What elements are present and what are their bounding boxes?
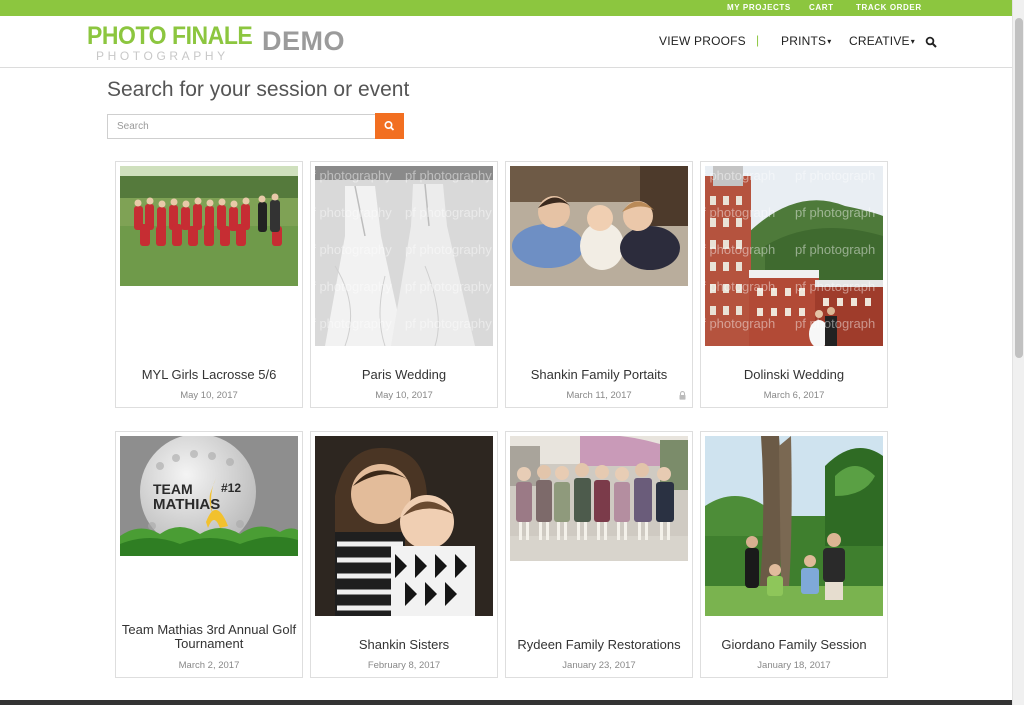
sisters-photo — [315, 436, 493, 616]
lacrosse-team-photo — [120, 166, 298, 286]
site-logo[interactable]: PHOTO FINALE PHOTOGRAPHY — [87, 22, 253, 63]
gallery-title[interactable]: Shankin Sisters — [311, 638, 497, 652]
gallery-thumbnail-vintage-kids[interactable] — [510, 436, 688, 561]
watermark-text: pf photograph — [795, 205, 875, 220]
watermark-text: pf photograph — [705, 168, 775, 183]
nav-prints[interactable]: PRINTS▾ — [781, 34, 831, 48]
watermark-text: pf photography — [315, 242, 392, 257]
watermark-text: pf photograph — [705, 205, 775, 220]
gallery-thumbnail-lacrosse-team[interactable] — [120, 166, 298, 286]
gallery-title[interactable]: Paris Wedding — [311, 368, 497, 382]
watermark-text: pf photograph — [795, 279, 875, 294]
caret-down-icon: ▾ — [827, 37, 832, 46]
gallery-date: May 10, 2017 — [375, 390, 433, 401]
golf-graphic-text-number: #12 — [221, 481, 242, 495]
nav-creative[interactable]: CREATIVE▾ — [849, 34, 915, 48]
top-utility-bar: MY PROJECTS CART TRACK ORDER — [0, 0, 1012, 16]
watermark-text: pf photography — [405, 316, 492, 331]
gallery-thumbnail-golf-ball[interactable]: TEAM MATHIAS #12 — [120, 436, 298, 556]
watermark-text: pf photography — [315, 205, 392, 220]
gallery-title[interactable]: Team Mathias 3rd Annual Golf Tournament — [116, 623, 302, 651]
gallery-date: January 18, 2017 — [757, 660, 831, 671]
page-heading: Search for your session or event — [107, 78, 410, 101]
gallery-thumbnail-kids-on-floor[interactable] — [510, 166, 688, 286]
caret-down-icon: ▾ — [910, 37, 915, 46]
gallery-thumbnail-hotel-wedding[interactable]: pf photograph pf photograph pf photograph p… — [705, 166, 883, 346]
watermark-text: pf photograph — [795, 168, 875, 183]
gallery-card[interactable]: Giordano Family Session January 18, 2017 — [700, 431, 888, 678]
gallery-date: January 23, 2017 — [562, 660, 636, 671]
gallery-card[interactable]: Rydeen Family Restorations January 23, 2… — [505, 431, 693, 678]
watermark-text: pf photograph — [705, 279, 775, 294]
golf-graphic-text-mathias: MATHIAS — [153, 496, 221, 513]
gallery-title[interactable]: MYL Girls Lacrosse 5/6 — [116, 368, 302, 382]
gallery-title[interactable]: Rydeen Family Restorations — [506, 638, 692, 652]
site-header: PHOTO FINALE PHOTOGRAPHY DEMO VIEW PROOF… — [0, 16, 1012, 68]
watermark-text: pf photography — [405, 242, 492, 257]
watermark-text: pf photography — [315, 168, 392, 183]
gallery-thumbnail-sisters[interactable] — [315, 436, 493, 616]
gallery-thumbnail-wedding-dress[interactable]: pf photography pf photography pf photograp… — [315, 166, 493, 346]
golf-graphic-text-team: TEAM — [153, 481, 193, 497]
search-icon[interactable] — [925, 36, 937, 48]
nav-view-proofs[interactable]: VIEW PROOFS — [659, 34, 746, 48]
track-order-link[interactable]: TRACK ORDER — [856, 3, 922, 12]
gallery-date: March 6, 2017 — [763, 390, 825, 401]
scrollbar-thumb[interactable] — [1015, 18, 1023, 358]
gallery-date: March 2, 2017 — [178, 660, 240, 671]
cart-link[interactable]: CART — [809, 3, 834, 12]
gallery-thumbnail-family-tree[interactable] — [705, 436, 883, 616]
gallery-date: March 11, 2017 — [566, 390, 632, 401]
window-bottom-edge — [0, 700, 1012, 705]
logo-subtitle: PHOTOGRAPHY — [96, 49, 229, 63]
search-input[interactable] — [107, 114, 376, 139]
nav-prints-label: PRINTS — [781, 34, 827, 48]
gallery-card[interactable]: TEAM MATHIAS #12 Team Mathias 3rd Annual… — [115, 431, 303, 678]
search-icon — [384, 121, 395, 131]
family-tree-photo — [705, 436, 883, 616]
demo-label: DEMO — [262, 26, 345, 56]
gallery-card[interactable]: Shankin Family Portaits March 11, 2017 — [505, 161, 693, 408]
wedding-dress-photo: pf photography pf photography pf photograp… — [315, 166, 493, 346]
lock-icon — [679, 391, 686, 400]
page-scrollbar[interactable] — [1012, 0, 1024, 705]
gallery-card[interactable]: pf photograph pf photograph pf photograph p… — [700, 161, 888, 408]
watermark-text: pf photography — [315, 279, 392, 294]
gallery-card[interactable]: MYL Girls Lacrosse 5/6 May 10, 2017 — [115, 161, 303, 408]
watermark-text: pf photography — [405, 205, 492, 220]
gallery-card[interactable]: Shankin Sisters February 8, 2017 — [310, 431, 498, 678]
kids-on-floor-photo — [510, 166, 688, 286]
gallery-title[interactable]: Giordano Family Session — [701, 638, 887, 652]
watermark-text: pf photograph — [705, 242, 775, 257]
nav-separator: | — [756, 33, 760, 47]
nav-creative-label: CREATIVE — [849, 34, 910, 48]
gallery-title[interactable]: Shankin Family Portaits — [506, 368, 692, 382]
vintage-kids-photo — [510, 436, 688, 561]
gallery-title[interactable]: Dolinski Wedding — [701, 368, 887, 382]
watermark-text: pf photography — [315, 316, 392, 331]
search-button[interactable] — [375, 113, 404, 139]
hotel-wedding-photo: pf photograph pf photograph pf photograph p… — [705, 166, 883, 346]
gallery-card[interactable]: pf photography pf photography pf photograp… — [310, 161, 498, 408]
logo-title: PHOTO FINALE — [87, 22, 253, 50]
watermark-text: pf photography — [405, 279, 492, 294]
gallery-date: February 8, 2017 — [367, 660, 441, 671]
watermark-text: pf photograph — [705, 316, 775, 331]
watermark-text: pf photograph — [795, 242, 875, 257]
watermark-text: pf photograph — [795, 316, 875, 331]
my-projects-link[interactable]: MY PROJECTS — [727, 3, 791, 12]
watermark-text: pf photography — [405, 168, 492, 183]
gallery-date: May 10, 2017 — [180, 390, 238, 401]
